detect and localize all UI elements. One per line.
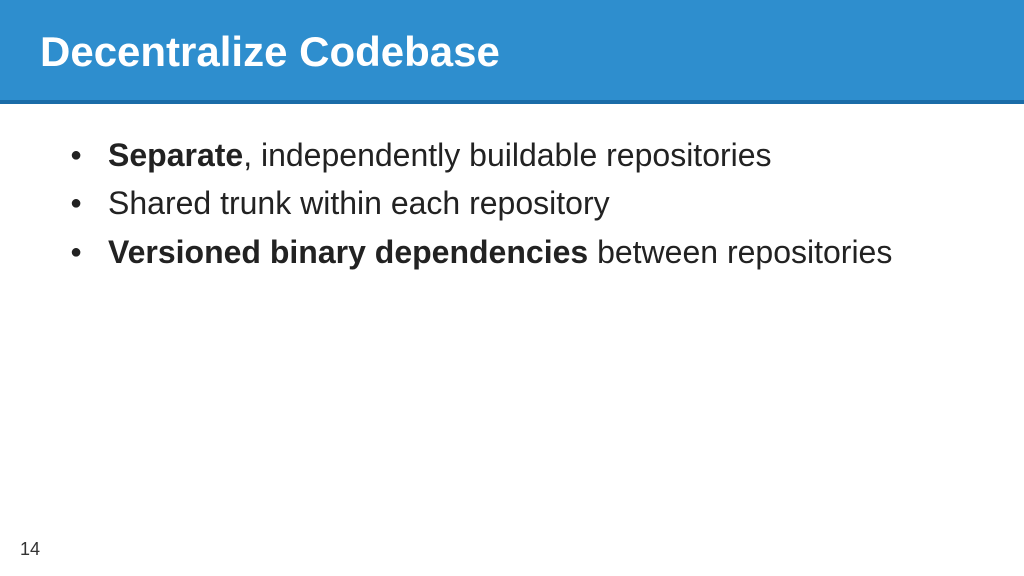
bullet-bold-text: Separate [108,137,243,173]
bullet-list: Separate, independently buildable reposi… [60,132,964,275]
slide-header: Decentralize Codebase [0,0,1024,104]
slide-title: Decentralize Codebase [40,28,984,76]
bullet-bold-text: Versioned binary dependencies [108,234,588,270]
bullet-item: Versioned binary dependencies between re… [60,229,964,275]
bullet-item: Separate, independently buildable reposi… [60,132,964,178]
page-number: 14 [20,539,40,560]
slide-content: Separate, independently buildable reposi… [0,104,1024,275]
bullet-text: , independently buildable repositories [243,137,771,173]
bullet-text: between repositories [588,234,892,270]
bullet-item: Shared trunk within each repository [60,180,964,226]
bullet-text: Shared trunk within each repository [108,185,610,221]
